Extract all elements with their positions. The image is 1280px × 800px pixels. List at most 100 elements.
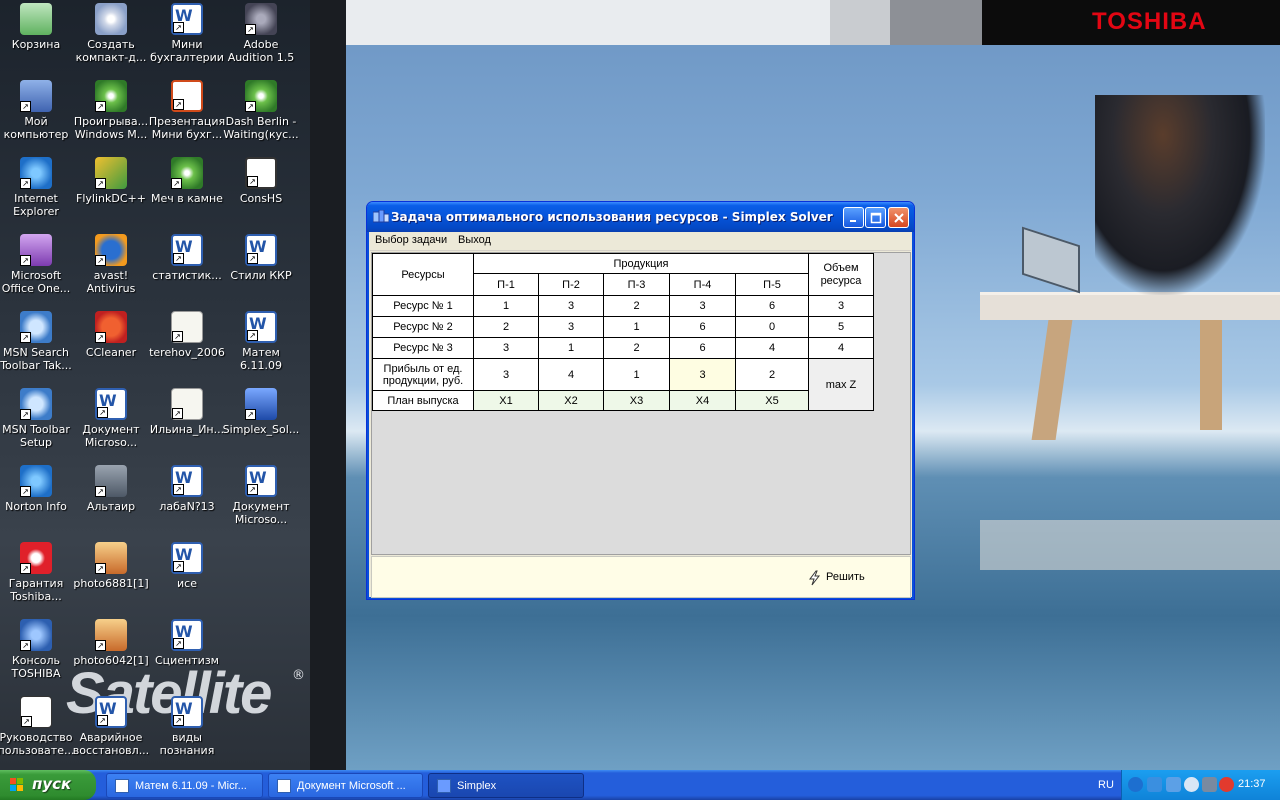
display-icon[interactable] [1202,777,1217,792]
wallpaper-deck [980,292,1280,320]
desktop-icon[interactable]: ↗ Матем 6.11.09 [222,311,300,372]
cell-input[interactable]: 6 [669,337,736,359]
cell-profit[interactable]: 1 [603,358,670,391]
lightning-icon [809,570,821,586]
shortcut-arrow-icon: ↗ [20,101,31,112]
desktop-icon-label: Аварийное восстановл... [72,731,150,757]
solve-button[interactable]: Решить [808,569,878,587]
menu-exit[interactable]: Выход [458,234,491,246]
msn-search-icon: ↗ [20,311,52,343]
desktop-icon[interactable]: ↗ Сциентизм [148,619,226,667]
desktop-icon[interactable]: ↗ MSN Toolbar Setup [0,388,75,449]
desktop-icon[interactable]: ↗ MSN Search Toolbar Tak... [0,311,75,372]
desktop-icon[interactable]: ↗ terehov_2006 [148,311,226,359]
desktop-icon[interactable]: ↗ Microsoft Office One... [0,234,75,295]
desktop-icon[interactable]: ↗ Стили ККР [222,234,300,282]
desktop-icon[interactable]: ↗ Документ Microso... [222,465,300,526]
desktop-icon-label: Документ Microso... [232,500,290,526]
resources-header: Ресурсы [372,253,474,296]
desktop-icon[interactable]: ↗ CCleaner [72,311,150,359]
desktop-icon[interactable]: ↗ Аварийное восстановл... [72,696,150,757]
cell-input[interactable]: 6 [669,316,736,338]
powerpoint-icon: ↗ [171,80,203,112]
network-icon[interactable] [1147,777,1162,792]
desktop-icon[interactable]: ↗ Проигрыва... Windows M... [72,80,150,141]
cell-input[interactable]: 3 [538,295,604,317]
desktop-icon[interactable]: ↗ photo6881[1] [72,542,150,590]
altair-icon: ↗ [95,465,127,497]
tray-collapse-icon[interactable] [1128,777,1143,792]
menu-select-task[interactable]: Выбор задачи [375,234,447,246]
window-footer: Решить [371,556,911,598]
desktop-icon[interactable]: ↗ виды познания [148,696,226,757]
cell-input[interactable]: 2 [603,337,670,359]
cell-input[interactable]: 4 [735,337,809,359]
cell-input[interactable]: 0 [735,316,809,338]
desktop-icon[interactable]: ↗ Руководство пользовате... [0,696,75,757]
desktop-icon[interactable]: ↗ статистик... [148,234,226,282]
product-header: П-1 [473,273,539,296]
cell-input[interactable]: 1 [538,337,604,359]
security-shield-icon[interactable] [1219,777,1234,792]
desktop-icon[interactable]: ↗ Консоль TOSHIBA [0,619,75,680]
cell-profit[interactable]: 4 [538,358,604,391]
cell-input[interactable]: 1 [603,316,670,338]
cell-input[interactable]: 2 [603,295,670,317]
registered-mark: ® [292,668,305,683]
cell-volume[interactable]: 3 [808,295,874,317]
desktop-icon[interactable]: ↗ Гарантия Toshiba... [0,542,75,603]
desktop-icon[interactable]: ↗ avast! Antivirus [72,234,150,295]
connection-icon[interactable] [1166,777,1181,792]
desktop-icon[interactable]: ↗ Internet Explorer [0,157,75,218]
desktop-icon-label: MSN Search Toolbar Tak... [0,346,72,372]
cell-input[interactable]: 6 [735,295,809,317]
desktop-icon[interactable]: Создать компакт-д... [72,3,150,64]
language-indicator[interactable]: RU [1098,779,1114,791]
shortcut-arrow-icon: ↗ [245,409,256,420]
desktop-icon[interactable]: ↗ Norton Info [0,465,75,513]
clock[interactable]: 21:37 [1238,778,1266,790]
close-button[interactable] [888,207,909,228]
desktop-icon[interactable]: ↗ лабаN?13 [148,465,226,513]
cell-input[interactable]: 3 [538,316,604,338]
desktop-icon[interactable]: ↗ Ильина_Ин... [148,388,226,436]
maximize-button[interactable] [865,207,886,228]
desktop-icon[interactable]: ↗ Меч в камне [148,157,226,205]
desktop-icon[interactable]: ↗ Документ Microso... [72,388,150,449]
simplex-app-icon: ↗ [245,388,277,420]
cell-profit[interactable]: 3 [473,358,539,391]
desktop-icon[interactable]: Корзина [0,3,75,51]
window-titlebar[interactable]: Задача оптимального использования ресурс… [367,202,914,232]
desktop-icon[interactable]: ↗ FlylinkDC++ [72,157,150,205]
cell-volume[interactable]: 4 [808,337,874,359]
cell-plan: X3 [603,390,670,411]
cell-input[interactable]: 3 [473,337,539,359]
word-doc-icon: ↗ [245,234,277,266]
desktop-icon[interactable]: ↗ Альтаир [72,465,150,513]
cell-input[interactable]: 3 [669,295,736,317]
taskbar-item-simplex[interactable]: Simplex [428,773,584,798]
desktop-icon-label: ConsHS [239,192,283,205]
taskbar-item-document[interactable]: Документ Microsoft ... [268,773,423,798]
minimize-button[interactable] [843,207,864,228]
cell-profit-selected[interactable]: 3 [669,358,736,391]
taskbar: пуск Матем 6.11.09 - Micr... Документ Mi… [0,770,1280,800]
desktop-icon[interactable]: ↗ Simplex_Sol... [222,388,300,436]
cell-input[interactable]: 1 [473,295,539,317]
desktop-icon[interactable]: ↗ Мини бухгалтерии [148,3,226,64]
desktop-icon[interactable]: ↗ Dash Berlin - Waiting(кус... [222,80,300,141]
desktop-icon[interactable]: ↗ исе [148,542,226,590]
start-button[interactable]: пуск [0,770,96,800]
cell-volume[interactable]: 5 [808,316,874,338]
desktop-icon[interactable]: ↗ photo6042[1] [72,619,150,667]
cell-profit[interactable]: 2 [735,358,809,391]
desktop-icon[interactable]: ↗ Мой компьютер [0,80,75,141]
taskbar-item-matem[interactable]: Матем 6.11.09 - Micr... [106,773,263,798]
desktop-icon[interactable]: ↗ Adobe Audition 1.5 [222,3,300,64]
desktop-icon[interactable]: ↗ Презентация Мини бухг... [148,80,226,141]
desktop-icon[interactable]: ↗ ConsHS [222,157,300,205]
desktop-icon-label: Презентация Мини бухг... [148,115,226,141]
cell-input[interactable]: 2 [473,316,539,338]
desktop-icon-label: Стили ККР [230,269,292,282]
tray-app-icon[interactable] [1184,777,1199,792]
